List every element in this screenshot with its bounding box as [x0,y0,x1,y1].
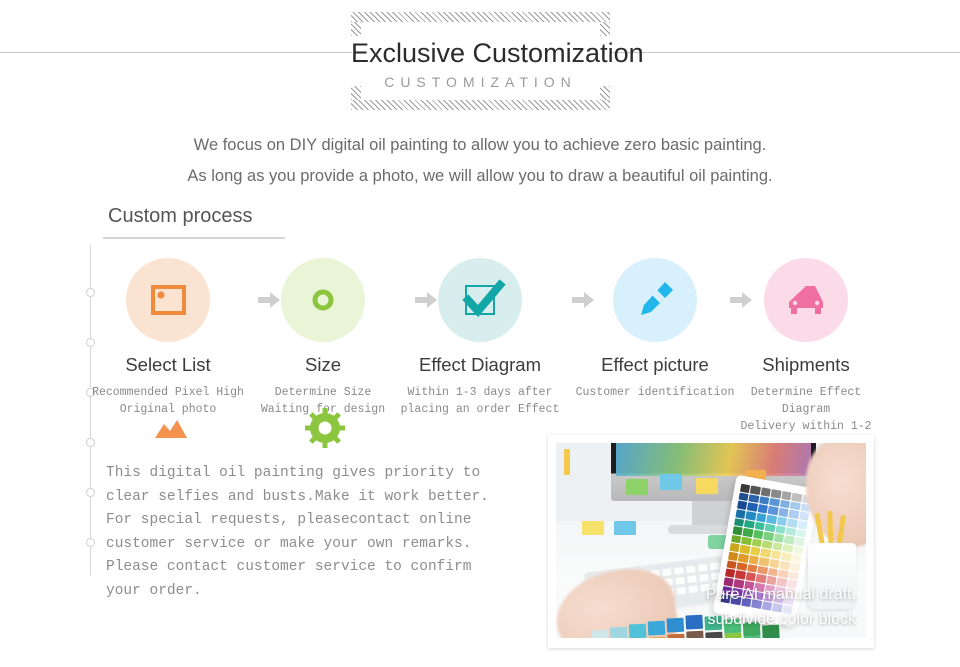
step-title: Shipments [762,354,850,375]
timeline-node [86,538,95,547]
page-subtitle: CUSTOMIZATION [384,74,577,90]
hatch-band-bottom [351,100,610,110]
photo-sticky-note [660,474,682,490]
step-title: Effect Diagram [418,354,541,375]
body-line-1: This digital oil painting gives priority… [106,465,481,481]
photo-sticky-note [696,478,718,494]
photo-sticky-note [626,479,648,495]
customization-page: Exclusive Customization CUSTOMIZATION We… [0,0,960,667]
step-desc-line-1: Within 1-3 days after [407,386,553,399]
pen-icon [641,282,673,315]
body-line-5: Please contact customer service to confi… [106,559,472,575]
body-line-3: For special requests, pleasecontact onli… [106,512,472,528]
step-desc-line-1: Customer identification [575,386,735,399]
step-description: Recommended Pixel High Original photo [88,384,248,418]
image-icon [151,285,186,315]
photo-monitor-screen [616,443,811,476]
step-circle-1 [126,258,210,342]
photo-sticky-note [564,449,570,475]
page-title: Exclusive Customization [351,38,644,68]
section-heading: Custom process [108,205,253,227]
photo-caption-line-2: subdivide color block [707,611,856,628]
step-desc-line-1: Recommended Pixel High [92,386,244,399]
designer-desk-photo: Pure AI manual draft, subdivide color bl… [556,443,866,638]
process-step-shipments[interactable]: Shipments Determine Effect Diagram Deliv… [726,258,886,452]
hatch-corner-top-right [600,22,610,36]
hatch-corner-top-left [351,22,361,36]
step-description: Customer identification [575,384,735,401]
body-line-2: clear selfies and busts.Make it work bet… [106,488,489,505]
process-steps: Select List Recommended Pixel High Origi… [92,258,905,450]
timeline-node [86,438,95,447]
step-desc-line-1: Determine Size [274,386,372,399]
body-line-6: your order. [106,582,202,599]
header-rule-left [0,52,352,53]
ring-icon [312,289,334,311]
step-desc-line-2: placing an order Effect [400,403,560,416]
mountain-shape-icon [155,420,187,443]
photo-sticky-note [614,521,636,535]
process-step-effect-diagram[interactable]: Effect Diagram Within 1-3 days after pla… [400,258,560,418]
checkbox-check-icon [462,279,506,318]
process-step-effect-picture[interactable]: Effect picture Customer identification [575,258,735,401]
body-paragraph: This digital oil painting gives priority… [106,462,526,603]
photo-caption: Pure AI manual draft, subdivide color bl… [706,582,856,632]
header-rule-right [610,52,960,53]
photo-caption-line-1: Pure AI manual draft, [705,586,856,603]
step-circle-5 [764,258,848,342]
step-title: Effect picture [601,354,709,375]
title-frame: Exclusive Customization CUSTOMIZATION [351,12,644,110]
car-icon [789,286,823,314]
step-title: Select List [125,354,211,375]
step-circle-2 [281,258,365,342]
timeline-node [86,488,95,497]
gear-shape-icon [305,408,345,453]
intro-text: We focus on DIY digital oil painting to … [0,130,960,192]
body-line-4: customer service or make your own remark… [106,535,472,552]
step-description: Within 1-3 days after placing an order E… [400,384,560,418]
section-heading-underline [103,237,285,239]
intro-line-2: As long as you provide a photo, we will … [187,167,773,185]
step-desc-line-1: Determine Effect Diagram [750,386,862,416]
photo-panel: Pure AI manual draft, subdivide color bl… [548,435,874,648]
photo-sticky-note [582,521,604,535]
process-step-size[interactable]: Size Determine Size Waiting for design [243,258,403,418]
intro-line-1: We focus on DIY digital oil painting to … [193,136,767,154]
step-circle-4 [613,258,697,342]
step-desc-line-2: Original photo [119,403,217,416]
process-step-select-list[interactable]: Select List Recommended Pixel High Origi… [88,258,248,418]
hatch-band-top [351,12,610,22]
step-circle-3 [438,258,522,342]
step-title: Size [305,354,341,375]
